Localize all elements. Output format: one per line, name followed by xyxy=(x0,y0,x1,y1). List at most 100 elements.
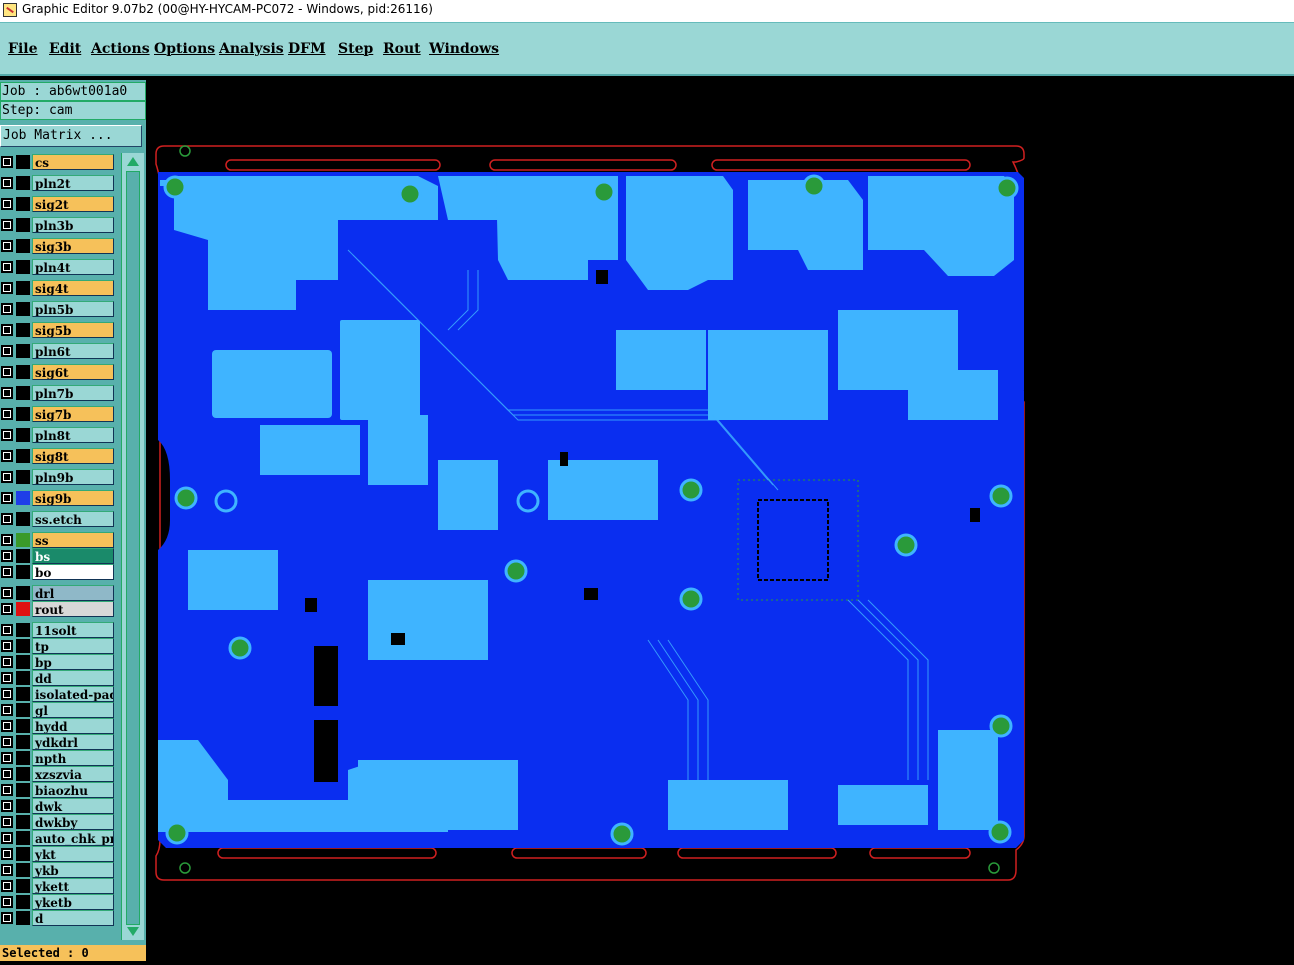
layer-row-biaozhu[interactable]: biaozhu xyxy=(0,782,117,798)
layer-checkbox[interactable] xyxy=(1,566,13,578)
layer-color-swatch[interactable] xyxy=(16,218,30,232)
layer-name[interactable]: pln5b xyxy=(32,301,114,317)
menu-options[interactable]: Options xyxy=(154,41,215,57)
layer-color-swatch[interactable] xyxy=(16,470,30,484)
layer-name[interactable]: 11solt xyxy=(32,622,114,638)
layer-row-sig2t[interactable]: sig2t xyxy=(0,196,117,212)
layer-row-11solt[interactable]: 11solt xyxy=(0,622,117,638)
layer-row-ydkdrl[interactable]: ydkdrl xyxy=(0,734,117,750)
layer-color-swatch[interactable] xyxy=(16,719,30,733)
layer-row-pln9b[interactable]: pln9b xyxy=(0,469,117,485)
menu-windows[interactable]: Windows xyxy=(429,41,499,57)
layer-checkbox[interactable] xyxy=(1,177,13,189)
layer-color-swatch[interactable] xyxy=(16,407,30,421)
layer-name[interactable]: pln2t xyxy=(32,175,114,191)
layer-color-swatch[interactable] xyxy=(16,623,30,637)
layer-name[interactable]: d xyxy=(32,910,114,926)
layer-name[interactable]: ss xyxy=(32,532,114,548)
menu-file[interactable]: File xyxy=(8,41,37,57)
layer-checkbox[interactable] xyxy=(1,345,13,357)
layer-color-swatch[interactable] xyxy=(16,655,30,669)
layer-row-dwk[interactable]: dwk xyxy=(0,798,117,814)
layer-checkbox[interactable] xyxy=(1,240,13,252)
layer-checkbox[interactable] xyxy=(1,672,13,684)
layer-name[interactable]: auto_chk_pm xyxy=(32,830,114,846)
menu-dfm[interactable]: DFM xyxy=(288,41,326,57)
layer-color-swatch[interactable] xyxy=(16,703,30,717)
layer-checkbox[interactable] xyxy=(1,688,13,700)
layer-checkbox[interactable] xyxy=(1,156,13,168)
menu-actions[interactable]: Actions xyxy=(91,41,150,57)
layer-color-swatch[interactable] xyxy=(16,344,30,358)
layer-color-swatch[interactable] xyxy=(16,735,30,749)
layer-name[interactable]: yketb xyxy=(32,894,114,910)
layer-color-swatch[interactable] xyxy=(16,260,30,274)
layer-color-swatch[interactable] xyxy=(16,386,30,400)
layer-color-swatch[interactable] xyxy=(16,533,30,547)
layer-name[interactable]: rout xyxy=(32,601,114,617)
layer-row-cs[interactable]: cs xyxy=(0,154,117,170)
layer-color-swatch[interactable] xyxy=(16,671,30,685)
layer-color-swatch[interactable] xyxy=(16,767,30,781)
layer-row-ykett[interactable]: ykett xyxy=(0,878,117,894)
layer-row-drl[interactable]: drl xyxy=(0,585,117,601)
layer-checkbox[interactable] xyxy=(1,471,13,483)
layer-row-pln6t[interactable]: pln6t xyxy=(0,343,117,359)
layer-color-swatch[interactable] xyxy=(16,751,30,765)
menu-edit[interactable]: Edit xyxy=(49,41,81,57)
layer-color-swatch[interactable] xyxy=(16,639,30,653)
layer-color-swatch[interactable] xyxy=(16,799,30,813)
layer-name[interactable]: pln8t xyxy=(32,427,114,443)
layer-checkbox[interactable] xyxy=(1,896,13,908)
layer-row-auto_chk_pm[interactable]: auto_chk_pm xyxy=(0,830,117,846)
layer-color-swatch[interactable] xyxy=(16,176,30,190)
layer-row-pln5b[interactable]: pln5b xyxy=(0,301,117,317)
layer-checkbox[interactable] xyxy=(1,624,13,636)
layer-row-ss[interactable]: ss xyxy=(0,532,117,548)
layer-name[interactable]: sig3b xyxy=(32,238,114,254)
layer-color-swatch[interactable] xyxy=(16,449,30,463)
layer-checkbox[interactable] xyxy=(1,587,13,599)
layer-checkbox[interactable] xyxy=(1,912,13,924)
layer-row-pln3b[interactable]: pln3b xyxy=(0,217,117,233)
layer-checkbox[interactable] xyxy=(1,219,13,231)
layer-row-ykt[interactable]: ykt xyxy=(0,846,117,862)
layer-name[interactable]: pln4t xyxy=(32,259,114,275)
layer-color-swatch[interactable] xyxy=(16,602,30,616)
layer-color-swatch[interactable] xyxy=(16,863,30,877)
layer-color-swatch[interactable] xyxy=(16,491,30,505)
layer-checkbox[interactable] xyxy=(1,656,13,668)
layer-checkbox[interactable] xyxy=(1,640,13,652)
menu-analysis[interactable]: Analysis xyxy=(219,41,284,57)
layer-checkbox[interactable] xyxy=(1,198,13,210)
layer-name[interactable]: sig7b xyxy=(32,406,114,422)
layer-row-hydd[interactable]: hydd xyxy=(0,718,117,734)
graphic-canvas[interactable] xyxy=(148,80,1294,961)
layer-list-scrollbar[interactable] xyxy=(121,153,144,940)
layer-checkbox[interactable] xyxy=(1,864,13,876)
layer-color-swatch[interactable] xyxy=(16,281,30,295)
layer-name[interactable]: pln3b xyxy=(32,217,114,233)
layer-row-dwkby[interactable]: dwkby xyxy=(0,814,117,830)
layer-checkbox[interactable] xyxy=(1,513,13,525)
layer-checkbox[interactable] xyxy=(1,784,13,796)
job-matrix-button[interactable]: Job Matrix ... xyxy=(0,125,142,147)
layer-row-xzszvia[interactable]: xzszvia xyxy=(0,766,117,782)
layer-checkbox[interactable] xyxy=(1,324,13,336)
layer-name[interactable]: drl xyxy=(32,585,114,601)
layer-row-yketb[interactable]: yketb xyxy=(0,894,117,910)
layer-row-sig7b[interactable]: sig7b xyxy=(0,406,117,422)
layer-row-gl[interactable]: gl xyxy=(0,702,117,718)
layer-checkbox[interactable] xyxy=(1,303,13,315)
layer-name[interactable]: bp xyxy=(32,654,114,670)
layer-color-swatch[interactable] xyxy=(16,428,30,442)
layer-checkbox[interactable] xyxy=(1,752,13,764)
layer-checkbox[interactable] xyxy=(1,704,13,716)
layer-name[interactable]: dwkby xyxy=(32,814,114,830)
layer-color-swatch[interactable] xyxy=(16,197,30,211)
layer-color-swatch[interactable] xyxy=(16,155,30,169)
layer-checkbox[interactable] xyxy=(1,550,13,562)
layer-checkbox[interactable] xyxy=(1,880,13,892)
layer-row-sig4t[interactable]: sig4t xyxy=(0,280,117,296)
layer-color-swatch[interactable] xyxy=(16,302,30,316)
